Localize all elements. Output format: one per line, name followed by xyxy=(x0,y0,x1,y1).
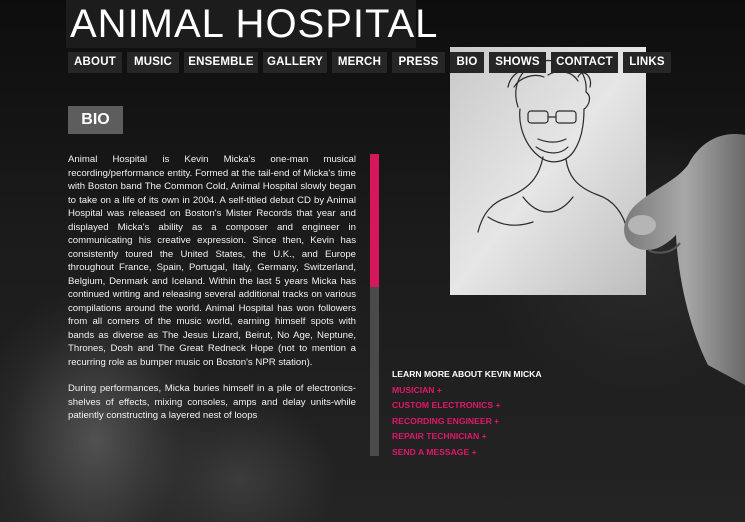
bio-paragraph: Animal Hospital is Kevin Micka's one-man… xyxy=(68,154,356,368)
nav-ensemble[interactable]: ENSEMBLE xyxy=(184,52,258,73)
nav-merch[interactable]: MERCH xyxy=(332,52,387,73)
nav-press[interactable]: PRESS xyxy=(392,52,445,73)
nav-shows[interactable]: SHOWS xyxy=(489,52,546,73)
bio-scrollbar-thumb[interactable] xyxy=(370,154,379,287)
site-title[interactable]: ANIMAL HOSPITAL xyxy=(66,0,437,48)
nav-about[interactable]: ABOUT xyxy=(68,52,122,73)
bio-text-scroll-area[interactable]: Animal Hospital is Kevin Micka's one-man… xyxy=(68,153,356,458)
learn-more-list: LEARN MORE ABOUT KEVIN MICKA MUSICIAN + … xyxy=(392,367,592,461)
nav-contact[interactable]: CONTACT xyxy=(551,52,618,73)
link-repair-technician[interactable]: REPAIR TECHNICIAN + xyxy=(392,429,592,445)
nav-bio[interactable]: BIO xyxy=(450,52,484,73)
link-custom-electronics[interactable]: CUSTOM ELECTRONICS + xyxy=(392,398,592,414)
nav-music[interactable]: MUSIC xyxy=(127,52,179,73)
link-send-a-message[interactable]: SEND A MESSAGE + xyxy=(392,445,592,461)
bio-paragraph: During performances, Micka buries himsel… xyxy=(68,383,356,421)
nav-gallery[interactable]: GALLERY xyxy=(263,52,327,73)
hand-holding-card xyxy=(624,134,745,385)
link-musician[interactable]: MUSICIAN + xyxy=(392,383,592,399)
learn-more-title: LEARN MORE ABOUT KEVIN MICKA xyxy=(392,369,542,379)
link-recording-engineer[interactable]: RECORDING ENGINEER + xyxy=(392,414,592,430)
page-heading: BIO xyxy=(68,106,123,134)
bio-scrollbar-track[interactable] xyxy=(370,154,379,456)
nav-links[interactable]: LINKS xyxy=(623,52,671,73)
